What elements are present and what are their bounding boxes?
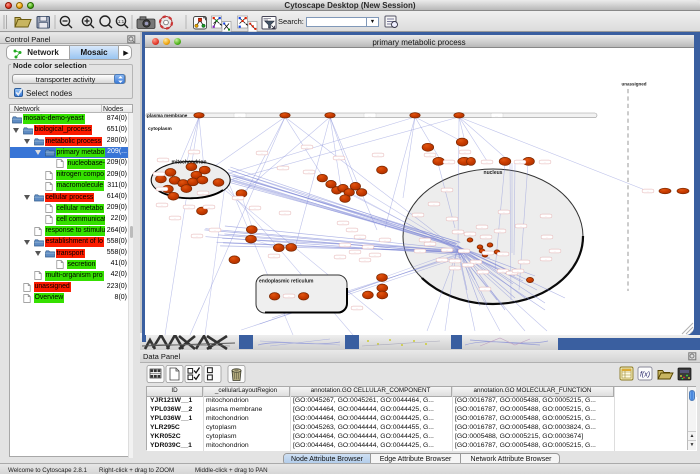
- svg-text:...: ...: [253, 207, 256, 210]
- svg-text:...: ...: [358, 236, 361, 239]
- svg-text:...: ...: [543, 161, 546, 164]
- svg-text:...: ...: [519, 225, 522, 228]
- svg-text:...: ...: [501, 270, 504, 273]
- svg-text:...: ...: [484, 236, 487, 239]
- svg-text:unassigned: unassigned: [621, 82, 646, 87]
- svg-text:...: ...: [281, 167, 284, 170]
- svg-text:...: ...: [450, 218, 453, 221]
- svg-text:...: ...: [307, 171, 310, 174]
- svg-text:...: ...: [483, 288, 486, 291]
- svg-text:...: ...: [195, 235, 198, 238]
- svg-text:...: ...: [428, 243, 431, 246]
- svg-text:...: ...: [236, 197, 239, 200]
- svg-text:...: ...: [462, 250, 465, 253]
- svg-text:...: ...: [432, 203, 435, 206]
- svg-text:...: ...: [283, 212, 286, 215]
- svg-text:plasma membrane: plasma membrane: [147, 113, 188, 118]
- svg-text:...: ...: [383, 239, 386, 242]
- svg-text:...: ...: [160, 188, 163, 191]
- svg-text:...: ...: [502, 211, 505, 214]
- svg-text:...: ...: [338, 256, 341, 259]
- svg-text:...: ...: [272, 255, 275, 258]
- svg-text:...: ...: [213, 229, 216, 232]
- svg-text:...: ...: [495, 114, 498, 117]
- svg-text:...: ...: [501, 253, 504, 256]
- svg-text:...: ...: [350, 229, 353, 232]
- svg-text:cytoplasm: cytoplasm: [148, 126, 172, 132]
- svg-text:...: ...: [453, 260, 456, 263]
- svg-text:...: ...: [161, 159, 164, 162]
- svg-text:...: ...: [481, 271, 484, 274]
- svg-text:...: ...: [474, 261, 477, 264]
- svg-text:...: ...: [522, 261, 525, 264]
- svg-text:...: ...: [456, 231, 459, 234]
- svg-text:...: ...: [646, 190, 649, 193]
- svg-text:...: ...: [337, 157, 340, 160]
- svg-text:...: ...: [287, 295, 290, 298]
- svg-text:...: ...: [463, 151, 466, 154]
- svg-text:...: ...: [423, 239, 426, 242]
- svg-text:...: ...: [260, 152, 263, 155]
- svg-text:...: ...: [192, 151, 195, 154]
- svg-text:...: ...: [516, 270, 519, 273]
- svg-text:...: ...: [366, 246, 369, 249]
- svg-text:...: ...: [447, 161, 450, 164]
- svg-text:...: ...: [440, 259, 443, 262]
- svg-text:...: ...: [157, 173, 160, 176]
- svg-text:...: ...: [416, 214, 419, 217]
- svg-text:...: ...: [480, 226, 483, 229]
- svg-text:...: ...: [544, 215, 547, 218]
- svg-text:...: ...: [341, 222, 344, 225]
- svg-text:...: ...: [305, 146, 308, 149]
- svg-text:...: ...: [553, 250, 556, 253]
- svg-text:nucleus: nucleus: [483, 170, 502, 176]
- svg-text:...: ...: [343, 244, 346, 247]
- svg-text:...: ...: [353, 251, 356, 254]
- svg-text:...: ...: [498, 230, 501, 233]
- svg-text:...: ...: [355, 307, 358, 310]
- svg-text:...: ...: [485, 161, 488, 164]
- svg-text:...: ...: [368, 114, 371, 117]
- svg-text:...: ...: [445, 189, 448, 192]
- svg-text:...: ...: [544, 258, 547, 261]
- svg-text:...: ...: [445, 249, 448, 252]
- svg-text:endoplasmic reticulum: endoplasmic reticulum: [259, 279, 314, 285]
- svg-text:...: ...: [363, 259, 366, 262]
- svg-text:...: ...: [376, 154, 379, 157]
- svg-text:...: ...: [160, 204, 163, 207]
- svg-text:...: ...: [453, 267, 456, 270]
- svg-text:...: ...: [428, 154, 431, 157]
- svg-text:...: ...: [466, 264, 469, 267]
- svg-text:...: ...: [173, 217, 176, 220]
- svg-text:...: ...: [238, 114, 241, 117]
- svg-text:...: ...: [187, 206, 190, 209]
- svg-text:...: ...: [468, 233, 471, 236]
- svg-text:...: ...: [545, 236, 548, 239]
- svg-text:...: ...: [518, 161, 521, 164]
- svg-text:f(x): f(x): [640, 372, 650, 379]
- svg-text:...: ...: [486, 252, 489, 255]
- svg-text:...: ...: [201, 192, 204, 195]
- svg-text:...: ...: [207, 206, 210, 209]
- svg-text:1:1: 1:1: [118, 19, 125, 24]
- svg-text:...: ...: [418, 250, 421, 253]
- svg-text:...: ...: [373, 254, 376, 257]
